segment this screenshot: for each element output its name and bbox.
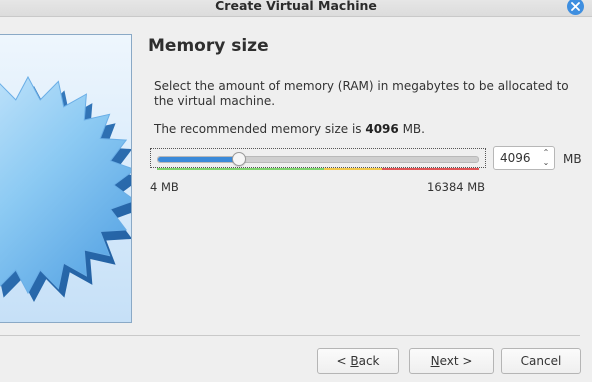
back-button[interactable]: < Back [317, 348, 399, 374]
slider-handle[interactable] [231, 152, 246, 166]
memory-slider[interactable] [150, 148, 486, 168]
slider-track[interactable] [157, 152, 479, 166]
next-rest: ext > [439, 354, 473, 368]
recommended-suffix: MB. [398, 122, 425, 136]
footer-separator [0, 335, 580, 336]
slider-danger-zone [382, 168, 479, 170]
slider-safe-zone [157, 168, 325, 170]
chevron-down-icon[interactable]: ⌄ [541, 158, 551, 168]
spin-arrows[interactable]: ⌃ ⌄ [541, 148, 551, 168]
memory-input[interactable] [500, 150, 540, 166]
memory-spinbox[interactable]: ⌃ ⌄ [493, 146, 555, 170]
page-description: Select the amount of memory (RAM) in meg… [154, 79, 569, 108]
back-rest: ack [358, 354, 380, 368]
slider-fill [158, 157, 238, 162]
slider-min-label: 4 MB [150, 180, 179, 194]
next-accel: N [430, 354, 440, 368]
chevron-up-icon[interactable]: ⌃ [541, 148, 551, 158]
slider-max-label: 16384 MB [427, 180, 486, 194]
window-title: Create Virtual Machine [215, 0, 377, 13]
page-title: Memory size [148, 36, 269, 56]
recommended-memory-text: The recommended memory size is 4096 MB. [154, 122, 425, 136]
cancel-button[interactable]: Cancel [501, 348, 581, 374]
memory-unit-label: MB [563, 152, 582, 166]
recommended-prefix: The recommended memory size is [154, 122, 366, 136]
recommended-value: 4096 [365, 122, 399, 136]
slider-warning-zone [324, 168, 383, 170]
wizard-artwork [0, 34, 132, 323]
back-accel: B [350, 354, 359, 368]
next-button[interactable]: Next > [409, 348, 494, 374]
title-bar: Create Virtual Machine [0, 0, 592, 17]
back-prefix: < [336, 354, 351, 368]
